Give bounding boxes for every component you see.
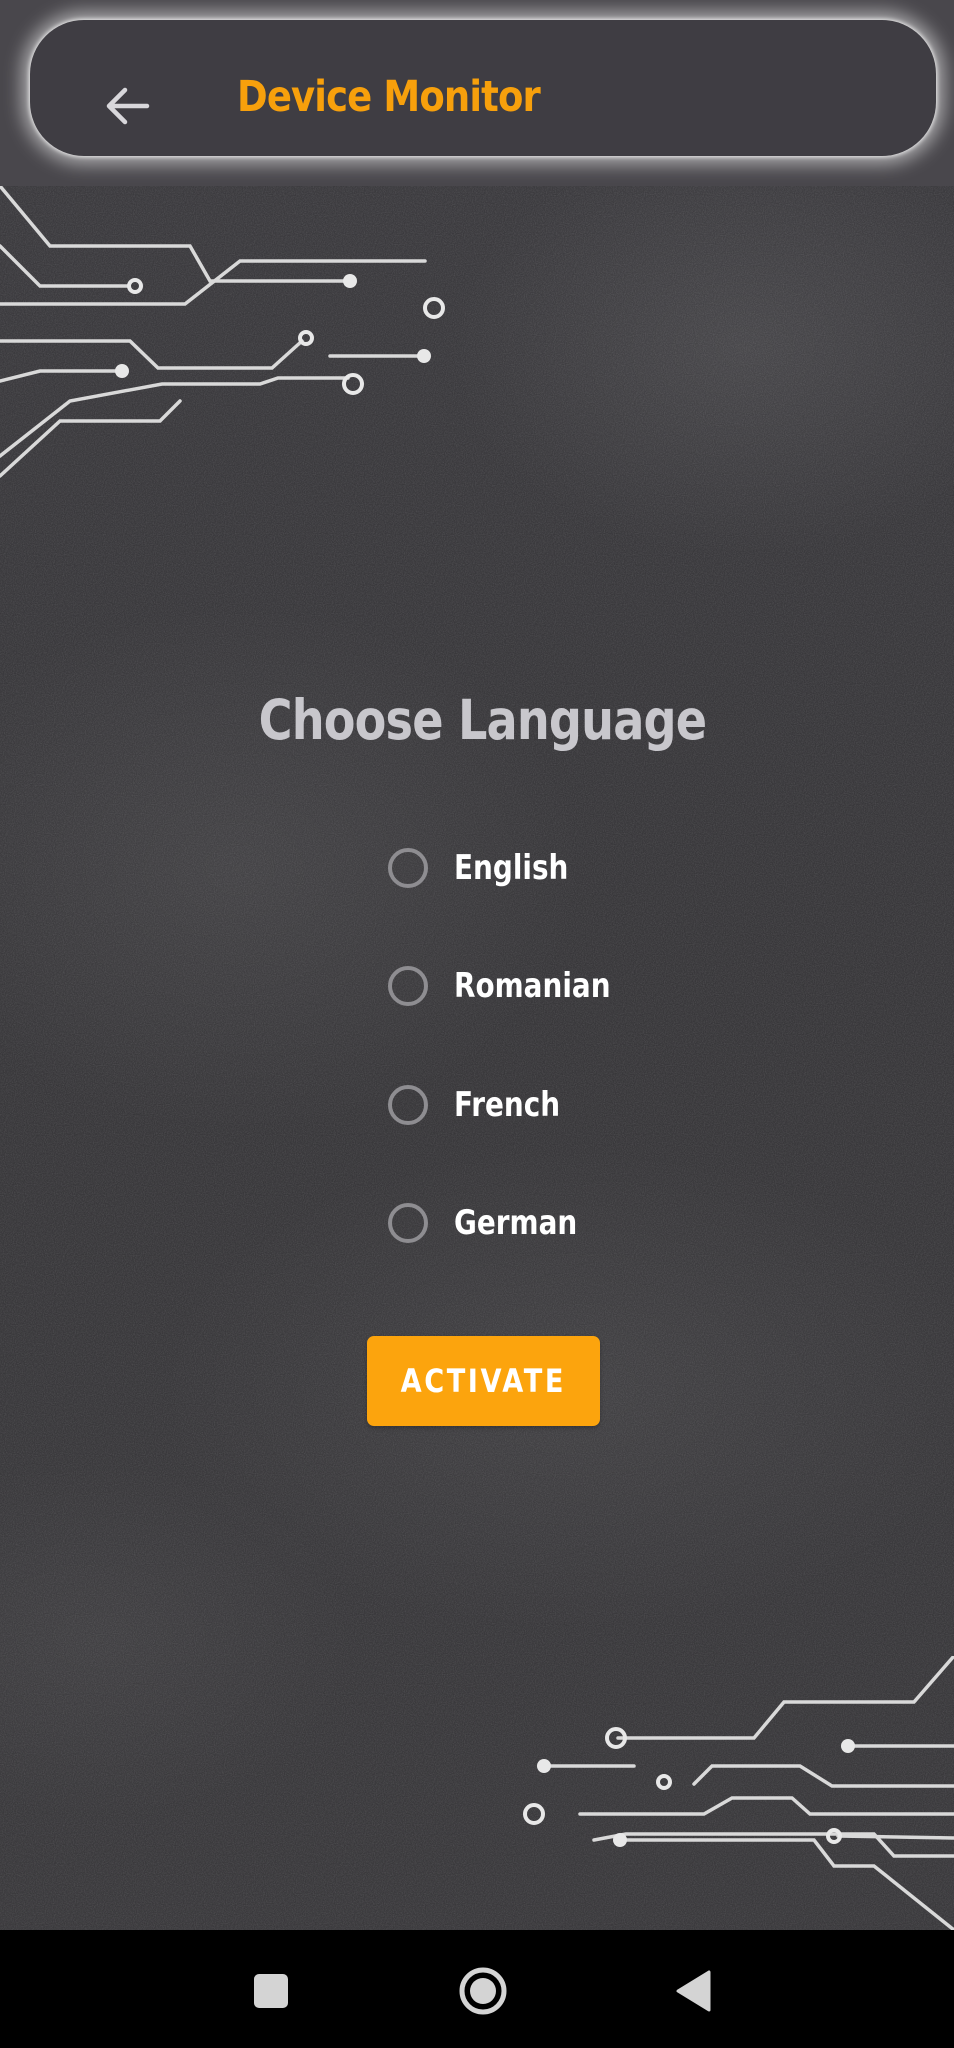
language-option-romanian[interactable]: Romanian <box>388 956 645 1016</box>
radio-button[interactable] <box>388 1203 428 1243</box>
back-nav-button[interactable] <box>648 1946 738 2036</box>
language-label: German <box>454 1203 578 1243</box>
back-button[interactable] <box>92 76 162 136</box>
language-label: English <box>454 848 569 888</box>
circuit-decoration-top-left <box>0 186 445 478</box>
app-title: Device Monitor <box>237 72 541 122</box>
recents-button[interactable] <box>226 1946 316 2036</box>
system-navigation-bar <box>0 1930 954 2048</box>
radio-button[interactable] <box>388 848 428 888</box>
language-option-german[interactable]: German <box>388 1193 604 1253</box>
arrow-left-icon <box>106 87 150 125</box>
language-label: French <box>454 1085 561 1125</box>
page-heading: Choose Language <box>258 688 706 752</box>
header-area: Device Monitor <box>0 0 954 186</box>
radio-button[interactable] <box>388 966 428 1006</box>
circuit-decoration-bottom-right <box>523 1656 954 1930</box>
circle-home-icon <box>459 1967 507 2015</box>
home-button[interactable] <box>438 1946 528 2036</box>
app-bar: Device Monitor <box>30 20 936 156</box>
activate-button[interactable]: ACTIVATE <box>367 1336 600 1426</box>
language-option-english[interactable]: English <box>388 838 594 898</box>
language-label: Romanian <box>454 966 611 1006</box>
app-screen: Device Monitor Choose Language English R… <box>0 0 954 1930</box>
triangle-back-icon <box>676 1970 711 2012</box>
radio-button[interactable] <box>388 1085 428 1125</box>
square-icon <box>254 1974 288 2008</box>
language-option-french[interactable]: French <box>388 1075 583 1135</box>
